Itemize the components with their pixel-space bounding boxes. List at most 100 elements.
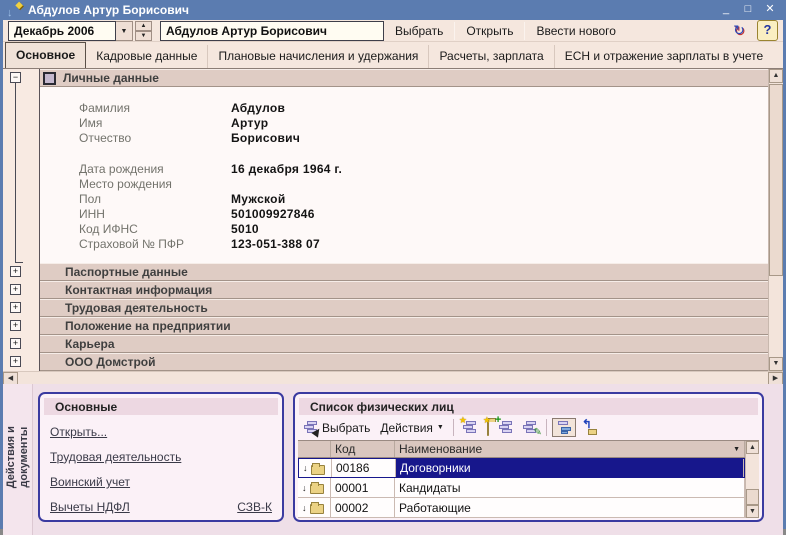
tab-esn[interactable]: ЕСН и отражение зарплаты в учете [554,45,774,68]
enter-new-button[interactable]: Ввести нового [525,21,626,41]
maximize-button[interactable]: □ [739,2,757,18]
actions-menu-button[interactable]: Действия ▼ [376,419,448,437]
section-passport-data[interactable]: Паспортные данные [40,263,768,281]
expand-icon[interactable]: + [10,266,21,277]
period-input[interactable] [8,21,116,41]
tab-hr-data[interactable]: Кадровые данные [86,45,207,68]
scrollbar-thumb[interactable] [746,489,759,505]
list-select-button[interactable]: Выбрать [300,419,374,437]
tab-main[interactable]: Основное [5,42,86,68]
section-career[interactable]: Карьера [40,335,768,353]
section-company-position[interactable]: Положение на предприятии [40,317,768,335]
app-window: ↓ ◆ Абдулов Артур Борисович _ □ ✕ ▼ ▲ ▼ … [0,0,786,529]
actions-panel: Основные Открыть... Трудовая деятельност… [38,392,284,522]
name-column-header[interactable]: Наименование ▼ [395,441,745,457]
tab-payroll[interactable]: Расчеты, зарплата [428,45,553,68]
folder-icon [311,465,325,475]
new-group-button[interactable]: ★ [483,419,493,437]
collapse-icon[interactable]: − [10,72,21,83]
tab-planned-accruals[interactable]: Плановые начисления и удержания [207,45,428,68]
folder-icon [310,484,324,494]
horizontal-scrollbar[interactable]: ◀ ▶ [3,371,783,384]
move-to-group-button[interactable]: ↰ [578,419,601,437]
spin-down-icon[interactable]: ▼ [135,31,152,41]
row-code[interactable]: 00002 [331,498,395,517]
add-item-icon: ★ [463,421,477,434]
section-ooo-domstroy[interactable]: ООО Домстрой [40,353,768,371]
link-open[interactable]: Открыть... [50,425,107,439]
expand-icon[interactable]: + [10,284,21,295]
name-column-label: Наименование [399,442,482,456]
scroll-up-icon[interactable]: ▲ [769,69,783,83]
person-name-input[interactable] [160,21,384,41]
section-work-activity[interactable]: Трудовая деятельность [40,299,768,317]
personal-data-form: ФамилияАбдулов ИмяАртур ОтчествоБорисови… [40,87,768,263]
link-work-activity[interactable]: Трудовая деятельность [50,450,181,464]
period-dropdown-icon[interactable]: ▼ [116,21,133,41]
row-name[interactable]: Работающие [395,498,745,517]
scrollbar-thumb[interactable] [769,84,783,276]
refresh-icon[interactable]: ↻ [727,20,751,41]
link-military-registration[interactable]: Воинский учет [50,475,130,489]
field-label: ИНН [79,207,231,221]
spin-up-icon[interactable]: ▲ [135,21,152,31]
persons-table: Код Наименование ▼ ↓ 00186 Договорники [298,440,759,518]
code-column-header[interactable]: Код [331,441,395,457]
icon-column-header [298,441,331,457]
scroll-up-icon[interactable]: ▲ [746,441,759,454]
scrollbar-track[interactable] [18,372,768,384]
persons-list-panel: Список физических лиц Выбрать Действия ▼… [293,392,764,522]
table-header[interactable]: Код Наименование ▼ [298,441,745,458]
persons-list-toolbar: Выбрать Действия ▼ ★ ★ + ✎ ↰ [295,415,762,440]
section-title: Трудовая деятельность [65,301,208,315]
table-row[interactable]: ↓ 00002 Работающие [298,498,745,518]
select-button[interactable]: Выбрать [384,21,454,41]
field-label: Пол [79,192,231,206]
section-personal-data[interactable]: Личные данные [40,69,768,87]
link-ndfl-deductions[interactable]: Вычеты НДФЛ [50,500,130,514]
field-value: Мужской [231,192,286,206]
expand-icon[interactable]: + [10,338,21,349]
side-tab-label: Действия и документы [5,396,31,518]
table-scrollbar[interactable]: ▲ ▼ [745,441,759,518]
table-row[interactable]: ↓ 00001 Кандидаты [298,478,745,498]
scroll-down-icon[interactable]: ▼ [769,357,783,371]
chevron-down-icon[interactable]: ▼ [733,446,740,453]
add-copy-button[interactable]: + [495,419,517,436]
section-title: Личные данные [63,71,159,85]
row-icon-cell: ↓ [298,478,331,497]
field-value: 5010 [231,222,259,236]
tree-gutter: − + + + + + + [3,69,39,371]
row-icon-cell: ↓ [298,498,331,517]
section-contact-info[interactable]: Контактная информация [40,281,768,299]
edit-item-button[interactable]: ✎ [519,419,541,436]
scroll-down-icon[interactable]: ▼ [746,505,759,518]
row-code[interactable]: 00001 [331,478,395,497]
table-row[interactable]: ↓ 00186 Договорники [298,458,745,478]
select-list-icon [304,421,318,434]
expand-icon[interactable]: + [10,302,21,313]
field-label: Дата рождения [79,162,231,176]
close-button[interactable]: ✕ [761,2,779,18]
open-button[interactable]: Открыть [455,21,524,41]
hierarchy-view-toggle[interactable] [552,418,576,437]
row-name[interactable]: Кандидаты [395,478,745,497]
tree-branch-line [15,83,23,263]
expand-icon[interactable]: + [10,320,21,331]
toolbar-separator [546,419,547,436]
section-title: Положение на предприятии [65,319,231,333]
help-button[interactable]: ? [757,20,778,41]
expand-icon[interactable]: + [10,356,21,367]
minimize-button[interactable]: _ [717,2,735,18]
move-to-group-icon: ↰ [582,421,597,435]
folder-icon [310,504,324,514]
vertical-scrollbar[interactable]: ▲ ▼ [768,69,783,371]
row-name[interactable]: Договорники [396,459,744,477]
period-spinner[interactable]: ▲ ▼ [135,21,152,41]
actions-links: Открыть... Трудовая деятельность Воински… [40,415,282,520]
row-code[interactable]: 00186 [332,459,396,477]
actions-panel-title: Основные [44,398,278,415]
link-szv-k[interactable]: СЗВ-К [237,500,272,514]
add-item-button[interactable]: ★ [459,419,481,436]
side-tab-actions-documents[interactable]: Действия и документы [3,384,33,535]
